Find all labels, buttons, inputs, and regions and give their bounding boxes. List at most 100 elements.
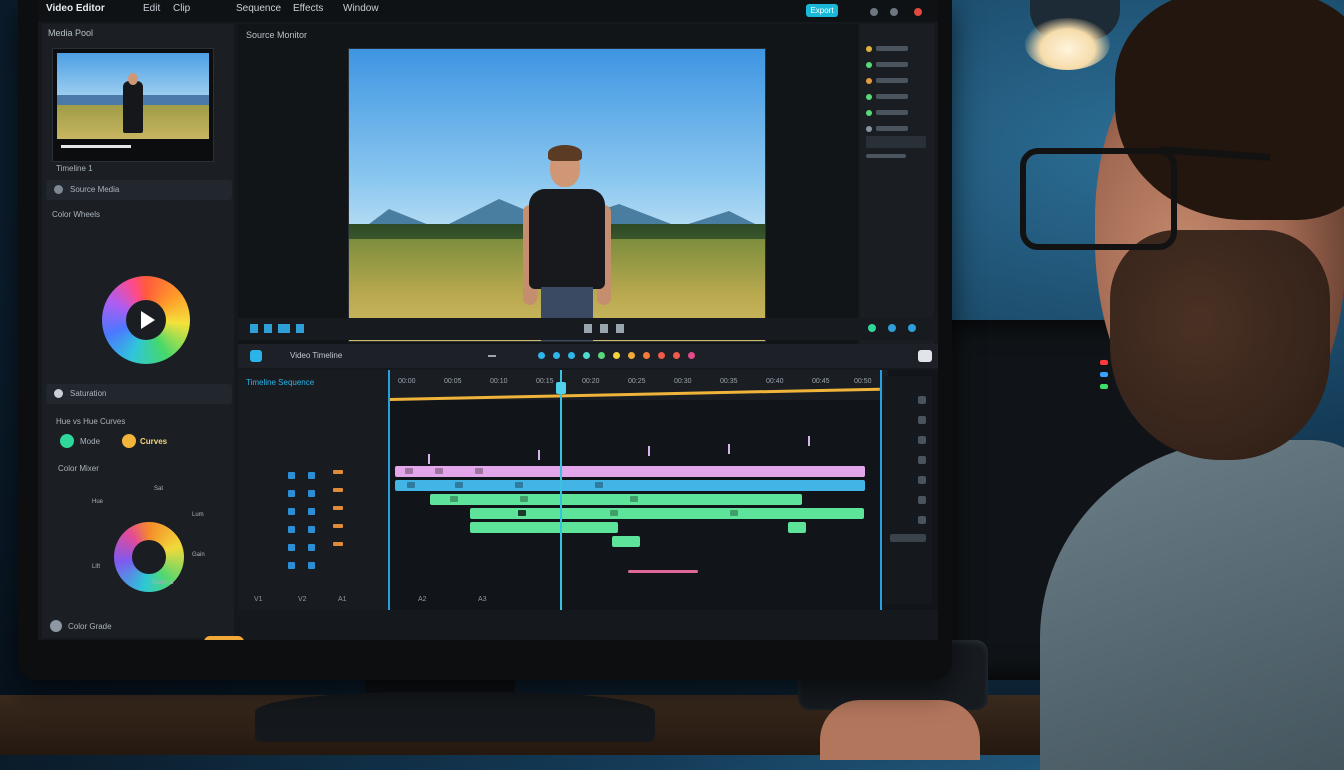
track-eye-icon[interactable] [308, 508, 315, 515]
apply-grade-button[interactable] [204, 636, 244, 640]
clip-thumbnail[interactable] [52, 48, 214, 162]
menu-effects[interactable]: Effects [293, 3, 323, 14]
clip-green-2[interactable] [470, 508, 864, 519]
rp-label [866, 154, 906, 158]
track-eye-icon[interactable] [308, 490, 315, 497]
curves-section-label: Hue vs Hue Curves [56, 417, 126, 426]
playhead-handle[interactable] [556, 382, 566, 394]
label-color-red-2[interactable] [673, 352, 680, 359]
label-color-orange[interactable] [628, 352, 635, 359]
keyframe-marker[interactable] [538, 450, 540, 460]
clip-green-5[interactable] [788, 522, 806, 533]
label-color-teal[interactable] [583, 352, 590, 359]
step-back-icon[interactable] [584, 324, 592, 333]
track-lock-icon[interactable] [288, 508, 295, 515]
track-eye-icon[interactable] [308, 562, 315, 569]
maximize-icon[interactable] [890, 8, 898, 16]
out-point-marker[interactable] [880, 370, 882, 610]
label-color-yellow[interactable] [613, 352, 620, 359]
close-icon[interactable] [914, 8, 922, 16]
clip-label: Timeline 1 [56, 164, 93, 173]
in-point-marker[interactable] [388, 370, 390, 610]
video-preview[interactable] [348, 48, 766, 342]
mode-toggle-icon[interactable] [60, 434, 74, 448]
rp-row-2[interactable] [866, 56, 926, 68]
person-beard [1110, 230, 1330, 460]
track-eye-icon[interactable] [308, 544, 315, 551]
track-label: A1 [338, 596, 347, 603]
track-eye-icon[interactable] [308, 472, 315, 479]
track-label: A2 [418, 596, 427, 603]
timeline-toolbar: Video Timeline [238, 344, 938, 368]
meter-button[interactable] [918, 496, 926, 504]
record-icon[interactable] [868, 324, 876, 332]
playhead[interactable] [560, 370, 562, 610]
track-lock-icon[interactable] [288, 562, 295, 569]
meter-button[interactable] [918, 436, 926, 444]
track-lock-icon[interactable] [288, 490, 295, 497]
editor-person [1020, 0, 1344, 770]
label-color-cyan-3[interactable] [568, 352, 575, 359]
keyframe-marker[interactable] [808, 436, 810, 446]
clip-green-3[interactable] [470, 522, 540, 533]
menu-window[interactable]: Window [343, 3, 379, 14]
play-button[interactable] [126, 300, 166, 340]
rp-row-5[interactable] [866, 104, 926, 116]
meter-button[interactable] [918, 416, 926, 424]
loop-icon[interactable] [888, 324, 896, 332]
user-hand [820, 700, 980, 760]
meter-button[interactable] [918, 396, 926, 404]
zoom-out-icon[interactable] [488, 355, 496, 357]
meter-button[interactable] [918, 476, 926, 484]
track-lock-icon[interactable] [288, 472, 295, 479]
timeline-header: Timeline Sequence [246, 378, 315, 387]
rp-row-3[interactable] [866, 72, 926, 84]
grade-icon[interactable] [50, 620, 62, 632]
clip-green-4[interactable] [538, 522, 618, 533]
rp-row-4[interactable] [866, 88, 926, 100]
mark-in-icon[interactable] [250, 324, 258, 333]
track-lock-icon[interactable] [288, 526, 295, 533]
clip-green-6[interactable] [612, 536, 640, 547]
audio-icon[interactable] [908, 324, 916, 332]
keyframe-marker[interactable] [728, 444, 730, 454]
label-color-cyan-2[interactable] [553, 352, 560, 359]
menu-edit[interactable]: Edit [143, 3, 160, 14]
timeline-scrollbar[interactable] [628, 570, 698, 573]
play-pause-icon[interactable] [600, 324, 608, 333]
label-color-pink[interactable] [688, 352, 695, 359]
track-lock-icon[interactable] [288, 544, 295, 551]
mark-out-icon[interactable] [264, 324, 272, 333]
source-media-row[interactable]: Source Media [46, 180, 232, 200]
select-tool-icon[interactable] [250, 350, 262, 362]
clip-pink[interactable] [395, 466, 865, 477]
label-color-red[interactable] [658, 352, 665, 359]
zoom-fit-button[interactable] [918, 350, 932, 362]
clip-green-1[interactable] [430, 494, 802, 505]
step-forward-icon[interactable] [616, 324, 624, 333]
clip-blue[interactable] [395, 480, 865, 491]
minimize-icon[interactable] [870, 8, 878, 16]
saturation-row[interactable]: Saturation [46, 384, 232, 404]
label-color-cyan[interactable] [538, 352, 545, 359]
label-color-green[interactable] [598, 352, 605, 359]
menu-sequence[interactable]: Sequence [236, 3, 281, 14]
keyframe-marker[interactable] [428, 454, 430, 464]
rp-button[interactable] [866, 136, 926, 148]
track-eye-icon[interactable] [308, 526, 315, 533]
razor-icon[interactable] [278, 324, 290, 333]
export-button[interactable]: Export [806, 4, 838, 17]
rp-row-6[interactable] [866, 120, 926, 132]
meter-button[interactable] [918, 516, 926, 524]
color-wheel-play[interactable] [102, 276, 190, 364]
menu-clip[interactable]: Clip [173, 3, 190, 14]
track-label: V1 [254, 596, 263, 603]
keyframe-marker[interactable] [648, 446, 650, 456]
rp-row-1[interactable] [866, 40, 926, 52]
meter-button[interactable] [918, 456, 926, 464]
label-color-orange-2[interactable] [643, 352, 650, 359]
curves-toggle-icon[interactable] [122, 434, 136, 448]
color-mixer-wheel[interactable] [114, 522, 184, 592]
meter-toggle[interactable] [890, 534, 926, 542]
trim-icon[interactable] [296, 324, 304, 333]
